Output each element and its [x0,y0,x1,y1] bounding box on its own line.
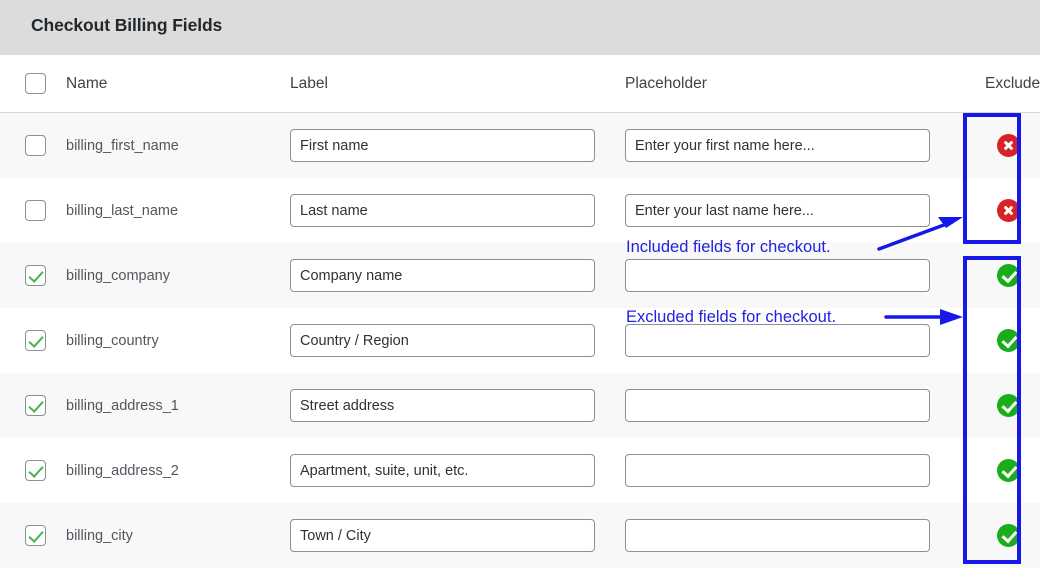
row-placeholder-cell [625,519,985,552]
row-name-cell: billing_address_1 [66,397,290,415]
row-label-cell [290,389,625,422]
row-select-checkbox[interactable] [25,200,46,221]
row-excluded-cell[interactable] [985,134,1040,157]
label-input[interactable] [290,324,595,357]
row-excluded-cell[interactable] [985,394,1040,417]
field-name: billing_last_name [66,203,178,219]
label-input[interactable] [290,454,595,487]
row-label-cell [290,194,625,227]
row-select-cell[interactable] [0,200,66,221]
table-header-row: Name Label Placeholder Excluded [0,55,1040,113]
field-name: billing_company [66,268,170,284]
column-header-placeholder: Placeholder [625,75,707,92]
row-name-cell: billing_address_2 [66,462,290,480]
column-header-excluded: Excluded [985,75,1040,93]
row-name-cell: billing_company [66,267,290,285]
row-select-checkbox[interactable] [25,330,46,351]
label-input[interactable] [290,129,595,162]
select-all-cell[interactable] [0,73,66,94]
row-select-checkbox[interactable] [25,460,46,481]
field-name: billing_country [66,333,159,349]
table-row: billing_address_2 [0,438,1040,503]
row-select-cell[interactable] [0,330,66,351]
row-label-cell [290,454,625,487]
table-row: billing_country [0,308,1040,373]
column-header-label-cell: Label [290,75,625,93]
placeholder-input[interactable] [625,454,930,487]
row-select-checkbox[interactable] [25,135,46,156]
row-name-cell: billing_last_name [66,202,290,220]
table-row: billing_company [0,243,1040,308]
column-header-excluded-cell: Excluded [985,75,1040,93]
billing-fields-table: Name Label Placeholder Excluded billing_… [0,55,1040,568]
green-check-circle-icon[interactable] [997,394,1020,417]
row-placeholder-cell [625,129,985,162]
label-input[interactable] [290,389,595,422]
red-x-circle-icon[interactable] [997,199,1020,222]
page-title: Checkout Billing Fields [31,15,222,36]
table-row: billing_city [0,503,1040,568]
row-select-checkbox[interactable] [25,395,46,416]
row-select-checkbox[interactable] [25,265,46,286]
checkout-billing-fields-screen: Checkout Billing Fields Name Label Place… [0,0,1040,577]
row-name-cell: billing_city [66,527,290,545]
green-check-circle-icon[interactable] [997,329,1020,352]
field-name: billing_address_2 [66,463,179,479]
row-label-cell [290,259,625,292]
row-placeholder-cell [625,389,985,422]
table-row: billing_first_name [0,113,1040,178]
row-excluded-cell[interactable] [985,199,1040,222]
green-check-circle-icon[interactable] [997,459,1020,482]
table-row: billing_address_1 [0,373,1040,438]
row-select-cell[interactable] [0,460,66,481]
placeholder-input[interactable] [625,129,930,162]
row-select-cell[interactable] [0,265,66,286]
column-header-label: Label [290,75,328,92]
row-select-cell[interactable] [0,395,66,416]
placeholder-input[interactable] [625,259,930,292]
column-header-name: Name [66,75,107,92]
row-placeholder-cell [625,454,985,487]
green-check-circle-icon[interactable] [997,264,1020,287]
row-select-cell[interactable] [0,525,66,546]
label-input[interactable] [290,194,595,227]
red-x-circle-icon[interactable] [997,134,1020,157]
placeholder-input[interactable] [625,324,930,357]
row-placeholder-cell [625,324,985,357]
row-excluded-cell[interactable] [985,459,1040,482]
row-name-cell: billing_first_name [66,137,290,155]
placeholder-input[interactable] [625,194,930,227]
placeholder-input[interactable] [625,389,930,422]
row-select-cell[interactable] [0,135,66,156]
label-input[interactable] [290,519,595,552]
green-check-circle-icon[interactable] [997,524,1020,547]
row-label-cell [290,129,625,162]
row-name-cell: billing_country [66,332,290,350]
table-row: billing_last_name [0,178,1040,243]
panel-header: Checkout Billing Fields [0,0,1040,55]
column-header-name-cell: Name [66,75,290,93]
row-placeholder-cell [625,194,985,227]
placeholder-input[interactable] [625,519,930,552]
row-select-checkbox[interactable] [25,525,46,546]
row-placeholder-cell [625,259,985,292]
column-header-placeholder-cell: Placeholder [625,75,985,93]
field-name: billing_first_name [66,138,179,154]
row-excluded-cell[interactable] [985,329,1040,352]
field-name: billing_city [66,528,133,544]
row-excluded-cell[interactable] [985,264,1040,287]
field-name: billing_address_1 [66,398,179,414]
row-excluded-cell[interactable] [985,524,1040,547]
select-all-checkbox[interactable] [25,73,46,94]
row-label-cell [290,519,625,552]
row-label-cell [290,324,625,357]
label-input[interactable] [290,259,595,292]
